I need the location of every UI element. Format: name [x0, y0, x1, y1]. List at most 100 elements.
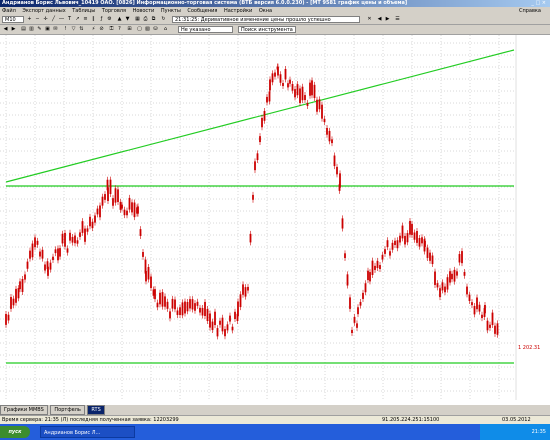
candle-body [426, 247, 429, 258]
line-tool-icon[interactable]: ╱ [50, 16, 57, 23]
candle-body [76, 240, 79, 244]
candle-body [131, 202, 133, 213]
indicator-icon[interactable]: ƒ [98, 16, 105, 23]
candle-body [52, 256, 54, 261]
menu-item-messages[interactable]: Сообщения [187, 7, 217, 15]
price-chart[interactable]: 1 202.31 [0, 35, 550, 405]
candle-body [21, 279, 24, 292]
menu-item-tables[interactable]: Таблицы [72, 7, 95, 15]
sort-icon[interactable]: ⇅ [78, 26, 85, 33]
menu-item-points[interactable]: Пункты [161, 7, 181, 15]
candle-body [139, 229, 142, 236]
print-icon[interactable]: ⎙ [142, 16, 149, 23]
order-icon[interactable]: ✎ [36, 26, 43, 33]
menu-item-help[interactable]: Справка [519, 7, 541, 15]
arrow-right-icon[interactable]: ▶ [10, 26, 17, 33]
settings-icon[interactable]: ⚙ [106, 16, 113, 23]
news-icon[interactable]: ✉ [52, 26, 59, 33]
candle-body [456, 271, 458, 276]
candle-body [284, 68, 287, 80]
crosshair-icon[interactable]: ✛ [42, 16, 49, 23]
search-input[interactable]: Поиск инструмента [238, 26, 296, 33]
tab-rts[interactable]: RTS [87, 405, 105, 415]
candle-body [451, 273, 453, 280]
toolbar-main: M10 + − ✛ ╱ ― T ↗ ≡ ∥ ƒ ⚙ ▲ ▼ ▦ ⎙ ⧉ ↻ 21… [0, 15, 550, 25]
msg-prev-icon[interactable]: ◀ [376, 16, 383, 23]
buy-icon[interactable]: ▲ [116, 16, 123, 23]
candle-body [216, 328, 219, 337]
candle-body [458, 254, 461, 263]
help-icon[interactable]: ? [116, 26, 123, 33]
candle-body [353, 316, 356, 323]
zoom-out-icon[interactable]: − [34, 16, 41, 23]
copy-icon[interactable]: ⧉ [150, 16, 157, 23]
candle-body [466, 286, 468, 295]
layout-icon[interactable]: ▧ [144, 26, 151, 33]
refresh-icon[interactable]: ↻ [160, 16, 167, 23]
table-icon[interactable]: ▤ [20, 26, 27, 33]
arrow-tool-icon[interactable]: ↗ [74, 16, 81, 23]
start-button[interactable]: пуск [0, 426, 30, 438]
candle-body [39, 251, 41, 257]
interval-combo[interactable]: M10 [2, 16, 24, 23]
window-controls[interactable]: _ □ × [531, 0, 546, 7]
menu-item-windows[interactable]: Окна [259, 7, 272, 15]
alert-icon[interactable]: ! [62, 26, 69, 33]
menu-bar: Файл Экспорт данных Таблицы Торговля Нов… [0, 7, 550, 15]
candle-body [209, 313, 211, 328]
candle-body [147, 267, 150, 280]
window-title: Андрианов Борис Львович_10419 ОАО. [0826… [2, 0, 408, 6]
chart-icon[interactable]: ▥ [28, 26, 35, 33]
msg-next-icon[interactable]: ▶ [384, 16, 391, 23]
candle-body [171, 298, 174, 309]
lock-icon[interactable]: ⚿ [108, 26, 115, 33]
candle-body [401, 225, 404, 239]
candle-body [391, 242, 394, 250]
account-combo[interactable]: Не указано [178, 26, 233, 33]
filter-icon[interactable]: ▽ [70, 26, 77, 33]
save-icon[interactable]: ⛁ [152, 26, 159, 33]
menu-item-export[interactable]: Экспорт данных [22, 7, 65, 15]
menu-item-trade[interactable]: Торговля [102, 7, 126, 15]
status-date: 03.05.2012 [502, 417, 531, 423]
candle-body [19, 281, 21, 290]
zoom-in-icon[interactable]: + [26, 16, 33, 23]
disconnect-icon[interactable]: ⊘ [98, 26, 105, 33]
msg-list-icon[interactable]: ☰ [394, 16, 401, 23]
open-icon[interactable]: ⌂ [162, 26, 169, 33]
candle-body [204, 301, 206, 317]
candle-body [357, 307, 359, 315]
grid-icon[interactable]: ▦ [134, 16, 141, 23]
window-icon[interactable]: ▢ [136, 26, 143, 33]
candle-body [107, 187, 109, 201]
candle-body [184, 301, 186, 314]
close-msg-icon[interactable]: ✕ [366, 16, 373, 23]
text-tool-icon[interactable]: T [66, 16, 73, 23]
candle-body [413, 232, 416, 240]
menu-item-file[interactable]: Файл [2, 7, 16, 15]
candle-body [453, 269, 456, 282]
hline-tool-icon[interactable]: ― [58, 16, 65, 23]
arrow-left-icon[interactable]: ◀ [2, 26, 9, 33]
candle-body [328, 130, 331, 142]
connect-icon[interactable]: ⚡ [90, 26, 97, 33]
channel-tool-icon[interactable]: ∥ [90, 16, 97, 23]
message-combo[interactable]: 21:31:25: Деривативное изменение цены пр… [172, 16, 360, 23]
candle-body [471, 302, 473, 306]
candle-body [399, 235, 401, 243]
menu-item-news[interactable]: Новости [133, 7, 155, 15]
menu-item-settings[interactable]: Настройки [224, 7, 252, 15]
sell-icon[interactable]: ▼ [124, 16, 131, 23]
tab-portfolio[interactable]: Портфель [50, 405, 85, 415]
candle-body [431, 255, 434, 265]
candle-body [384, 249, 386, 254]
calc-icon[interactable]: ⊞ [126, 26, 133, 33]
taskbar-task[interactable]: Андрианов Борис Л... [40, 426, 135, 438]
candle-body [249, 233, 252, 243]
candle-body [441, 282, 444, 291]
tab-charts[interactable]: Графики MMBS [0, 405, 48, 415]
fib-tool-icon[interactable]: ≡ [82, 16, 89, 23]
candle-body [34, 237, 36, 248]
candle-body [321, 104, 323, 119]
portfolio-icon[interactable]: ▣ [44, 26, 51, 33]
